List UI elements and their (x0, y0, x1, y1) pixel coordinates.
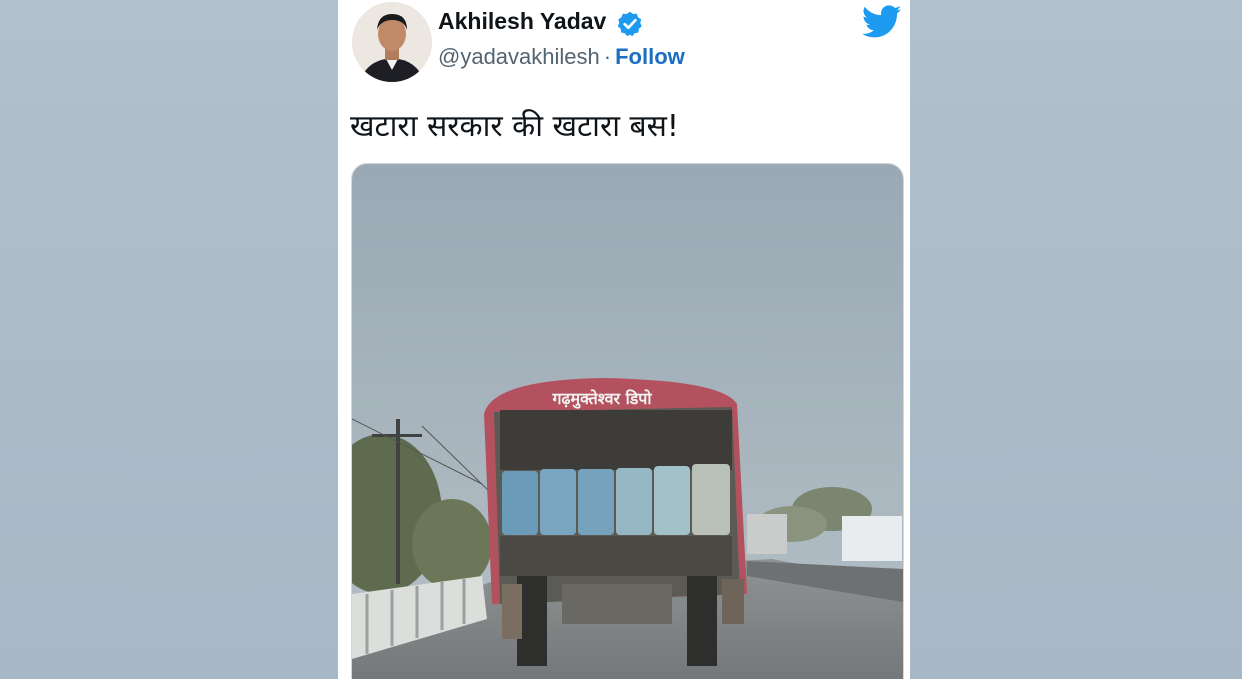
author-handle[interactable]: @yadavakhilesh (438, 44, 600, 69)
separator-dot: · (603, 44, 612, 69)
bus-photo: गढ़मुक्तेश्वर डिपो (352, 164, 903, 679)
author-name[interactable]: Akhilesh Yadav (438, 8, 606, 35)
author-avatar[interactable] (352, 2, 432, 82)
handle-row: @yadavakhilesh · Follow (438, 44, 685, 70)
bus-sign-text: गढ़मुक्तेश्वर डिपो (551, 389, 652, 409)
background-right (910, 0, 1242, 679)
background-left (0, 0, 338, 679)
follow-button[interactable]: Follow (615, 44, 685, 69)
tweet-card: Akhilesh Yadav @yadavakhilesh · Follow खटा… (338, 0, 910, 679)
tweet-media-photo[interactable]: गढ़मुक्तेश्वर डिपो (351, 163, 904, 679)
twitter-bird-icon[interactable] (862, 4, 902, 40)
verified-badge-icon (617, 11, 642, 37)
tweet-text: खटारा सरकार की खटारा बस! (350, 109, 679, 144)
